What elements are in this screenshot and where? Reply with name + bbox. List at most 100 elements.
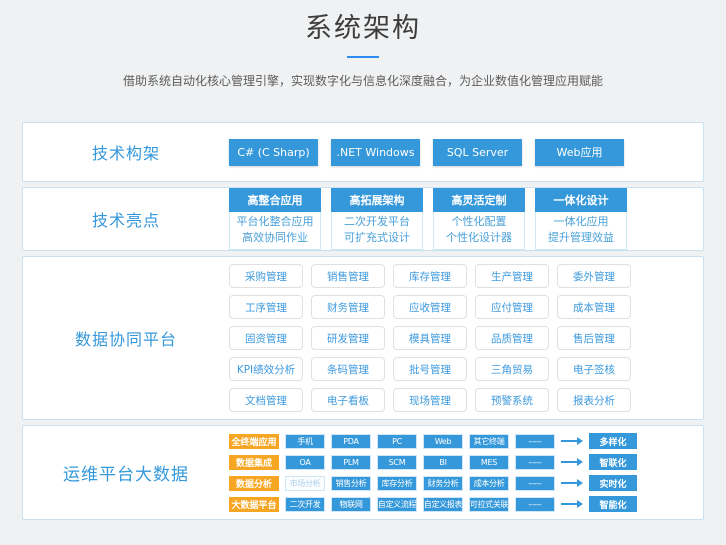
module-chip: 工序管理 (229, 295, 303, 319)
module-chip: 品质管理 (475, 326, 549, 350)
module-chip: 销售管理 (311, 264, 385, 288)
module-chip: 模具管理 (393, 326, 467, 350)
module-chip: 条码管理 (311, 357, 385, 381)
section-tech-framework: 技术构架 C# (C Sharp).NET WindowsSQL ServerW… (22, 122, 704, 182)
module-chip: 电子看板 (311, 388, 385, 412)
ops-item-chip: PLM (331, 455, 371, 470)
ops-item-chip: ----- (515, 455, 555, 470)
ops-result-label: 多样化 (589, 433, 637, 449)
page-title: 系统架构 (0, 13, 726, 45)
module-chip: 文档管理 (229, 388, 303, 412)
ops-row: 全终端应用手机PDAPCWeb其它终端-----多样化 (229, 433, 637, 449)
module-chip: 应收管理 (393, 295, 467, 319)
module-row: 文档管理电子看板现场管理预警系统报表分析 (229, 388, 631, 412)
ops-result-label: 智能化 (589, 496, 637, 512)
module-chip: 生产管理 (475, 264, 549, 288)
tech-framework-item: Web应用 (535, 139, 624, 166)
highlight-card-body: 平台化整合应用高效协同作业 (229, 212, 321, 250)
flow-arrow-icon (561, 479, 583, 487)
highlight-cards: 高整合应用平台化整合应用高效协同作业高拓展架构二次开发平台可扩充式设计高灵活定制… (229, 188, 627, 250)
ops-category-label: 数据集成 (229, 455, 279, 470)
flow-arrow-icon (561, 458, 583, 466)
ops-item-chip: PDA (331, 434, 371, 449)
ops-item-chip: 二次开发 (285, 497, 325, 512)
arrow-line (561, 461, 577, 463)
tech-framework-item: SQL Server (433, 139, 522, 166)
ops-result-label: 实时化 (589, 475, 637, 491)
module-chip: 应付管理 (475, 295, 549, 319)
ops-category-label: 大数据平台 (229, 497, 279, 512)
ops-row: 数据集成OAPLMSCMBIMES-----智联化 (229, 454, 637, 470)
highlight-card-line: 平台化整合应用 (230, 214, 320, 230)
highlight-card-title: 一体化设计 (535, 188, 627, 212)
module-chip: 预警系统 (475, 388, 549, 412)
architecture-diagram: 技术构架 C# (C Sharp).NET WindowsSQL ServerW… (22, 122, 704, 520)
highlight-card-line: 提升管理效益 (536, 230, 626, 246)
ops-flow-rows: 全终端应用手机PDAPCWeb其它终端-----多样化数据集成OAPLMSCMB… (229, 433, 637, 512)
page-subtitle: 借助系统自动化核心管理引擎，实现数字化与信息化深度融合，为企业数值化管理应用赋能 (0, 73, 726, 89)
module-chip: 采购管理 (229, 264, 303, 288)
arrow-head (577, 479, 583, 487)
tech-framework-item: .NET Windows (331, 139, 420, 166)
highlight-card-line: 一体化应用 (536, 214, 626, 230)
module-chip: KPI绩效分析 (229, 357, 303, 381)
module-chip: 财务管理 (311, 295, 385, 319)
ops-item-chip: ----- (515, 497, 555, 512)
ops-category-label: 全终端应用 (229, 434, 279, 449)
highlight-card-line: 二次开发平台 (332, 214, 422, 230)
ops-item-chip: 财务分析 (423, 476, 463, 491)
flow-arrow-icon (561, 437, 583, 445)
ops-item-chip: 手机 (285, 434, 325, 449)
title-underline (347, 56, 379, 58)
module-row: 工序管理财务管理应收管理应付管理成本管理 (229, 295, 631, 319)
ops-row: 数据分析市场分析销售分析库存分析财务分析成本分析-----实时化 (229, 475, 637, 491)
tech-highlights-body: 高整合应用平台化整合应用高效协同作业高拓展架构二次开发平台可扩充式设计高灵活定制… (229, 188, 703, 250)
module-row: 固资管理研发管理模具管理品质管理售后管理 (229, 326, 631, 350)
module-chip: 现场管理 (393, 388, 467, 412)
highlight-card-line: 高效协同作业 (230, 230, 320, 246)
arrow-head (577, 437, 583, 445)
ops-item-chip: 销售分析 (331, 476, 371, 491)
highlight-card-line: 个性化设计器 (434, 230, 524, 246)
ops-item-chip: 其它终端 (469, 434, 509, 449)
page: { "page": { "title": "系统架构", "subtitle":… (0, 0, 726, 545)
highlight-card-line: 个性化配置 (434, 214, 524, 230)
ops-item-chip: ----- (515, 476, 555, 491)
ops-item-chip: PC (377, 434, 417, 449)
highlight-card-body: 一体化应用提升管理效益 (535, 212, 627, 250)
ops-item-chip: 自定义流程 (377, 497, 417, 512)
module-chip: 三角贸易 (475, 357, 549, 381)
highlight-card-body: 个性化配置个性化设计器 (433, 212, 525, 250)
module-row: 采购管理销售管理库存管理生产管理委外管理 (229, 264, 631, 288)
section-label-tech-framework: 技术构架 (23, 123, 229, 181)
arrow-line (561, 503, 577, 505)
ops-item-chip: 成本分析 (469, 476, 509, 491)
module-chip: 研发管理 (311, 326, 385, 350)
highlight-card-line: 可扩充式设计 (332, 230, 422, 246)
ops-row: 大数据平台二次开发物联网自定义流程自定义报表可拉式关联-----智能化 (229, 496, 637, 512)
section-ops-platform: 运维平台大数据 全终端应用手机PDAPCWeb其它终端-----多样化数据集成O… (22, 425, 704, 520)
section-label-ops-platform: 运维平台大数据 (23, 426, 229, 519)
arrow-head (577, 500, 583, 508)
ops-item-chip: OA (285, 455, 325, 470)
tech-framework-body: C# (C Sharp).NET WindowsSQL ServerWeb应用 (229, 123, 703, 181)
ops-item-chip: SCM (377, 455, 417, 470)
module-chip: 委外管理 (557, 264, 631, 288)
ops-category-label: 数据分析 (229, 476, 279, 491)
ops-item-chip: ----- (515, 434, 555, 449)
section-label-data-platform: 数据协同平台 (23, 257, 229, 419)
module-row: KPI绩效分析条码管理批号管理三角贸易电子签核 (229, 357, 631, 381)
flow-arrow-icon (561, 500, 583, 508)
section-tech-highlights: 技术亮点 高整合应用平台化整合应用高效协同作业高拓展架构二次开发平台可扩充式设计… (22, 187, 704, 251)
page-header: 系统架构 借助系统自动化核心管理引擎，实现数字化与信息化深度融合，为企业数值化管… (0, 0, 726, 89)
module-chip: 成本管理 (557, 295, 631, 319)
arrow-line (561, 440, 577, 442)
module-chip: 固资管理 (229, 326, 303, 350)
tech-framework-items: C# (C Sharp).NET WindowsSQL ServerWeb应用 (229, 139, 624, 166)
section-data-platform: 数据协同平台 采购管理销售管理库存管理生产管理委外管理工序管理财务管理应收管理应… (22, 256, 704, 420)
data-platform-body: 采购管理销售管理库存管理生产管理委外管理工序管理财务管理应收管理应付管理成本管理… (229, 257, 703, 419)
ops-item-chip: BI (423, 455, 463, 470)
highlight-card: 高灵活定制个性化配置个性化设计器 (433, 188, 525, 250)
module-chip: 报表分析 (557, 388, 631, 412)
ops-item-chip: 市场分析 (285, 476, 325, 491)
